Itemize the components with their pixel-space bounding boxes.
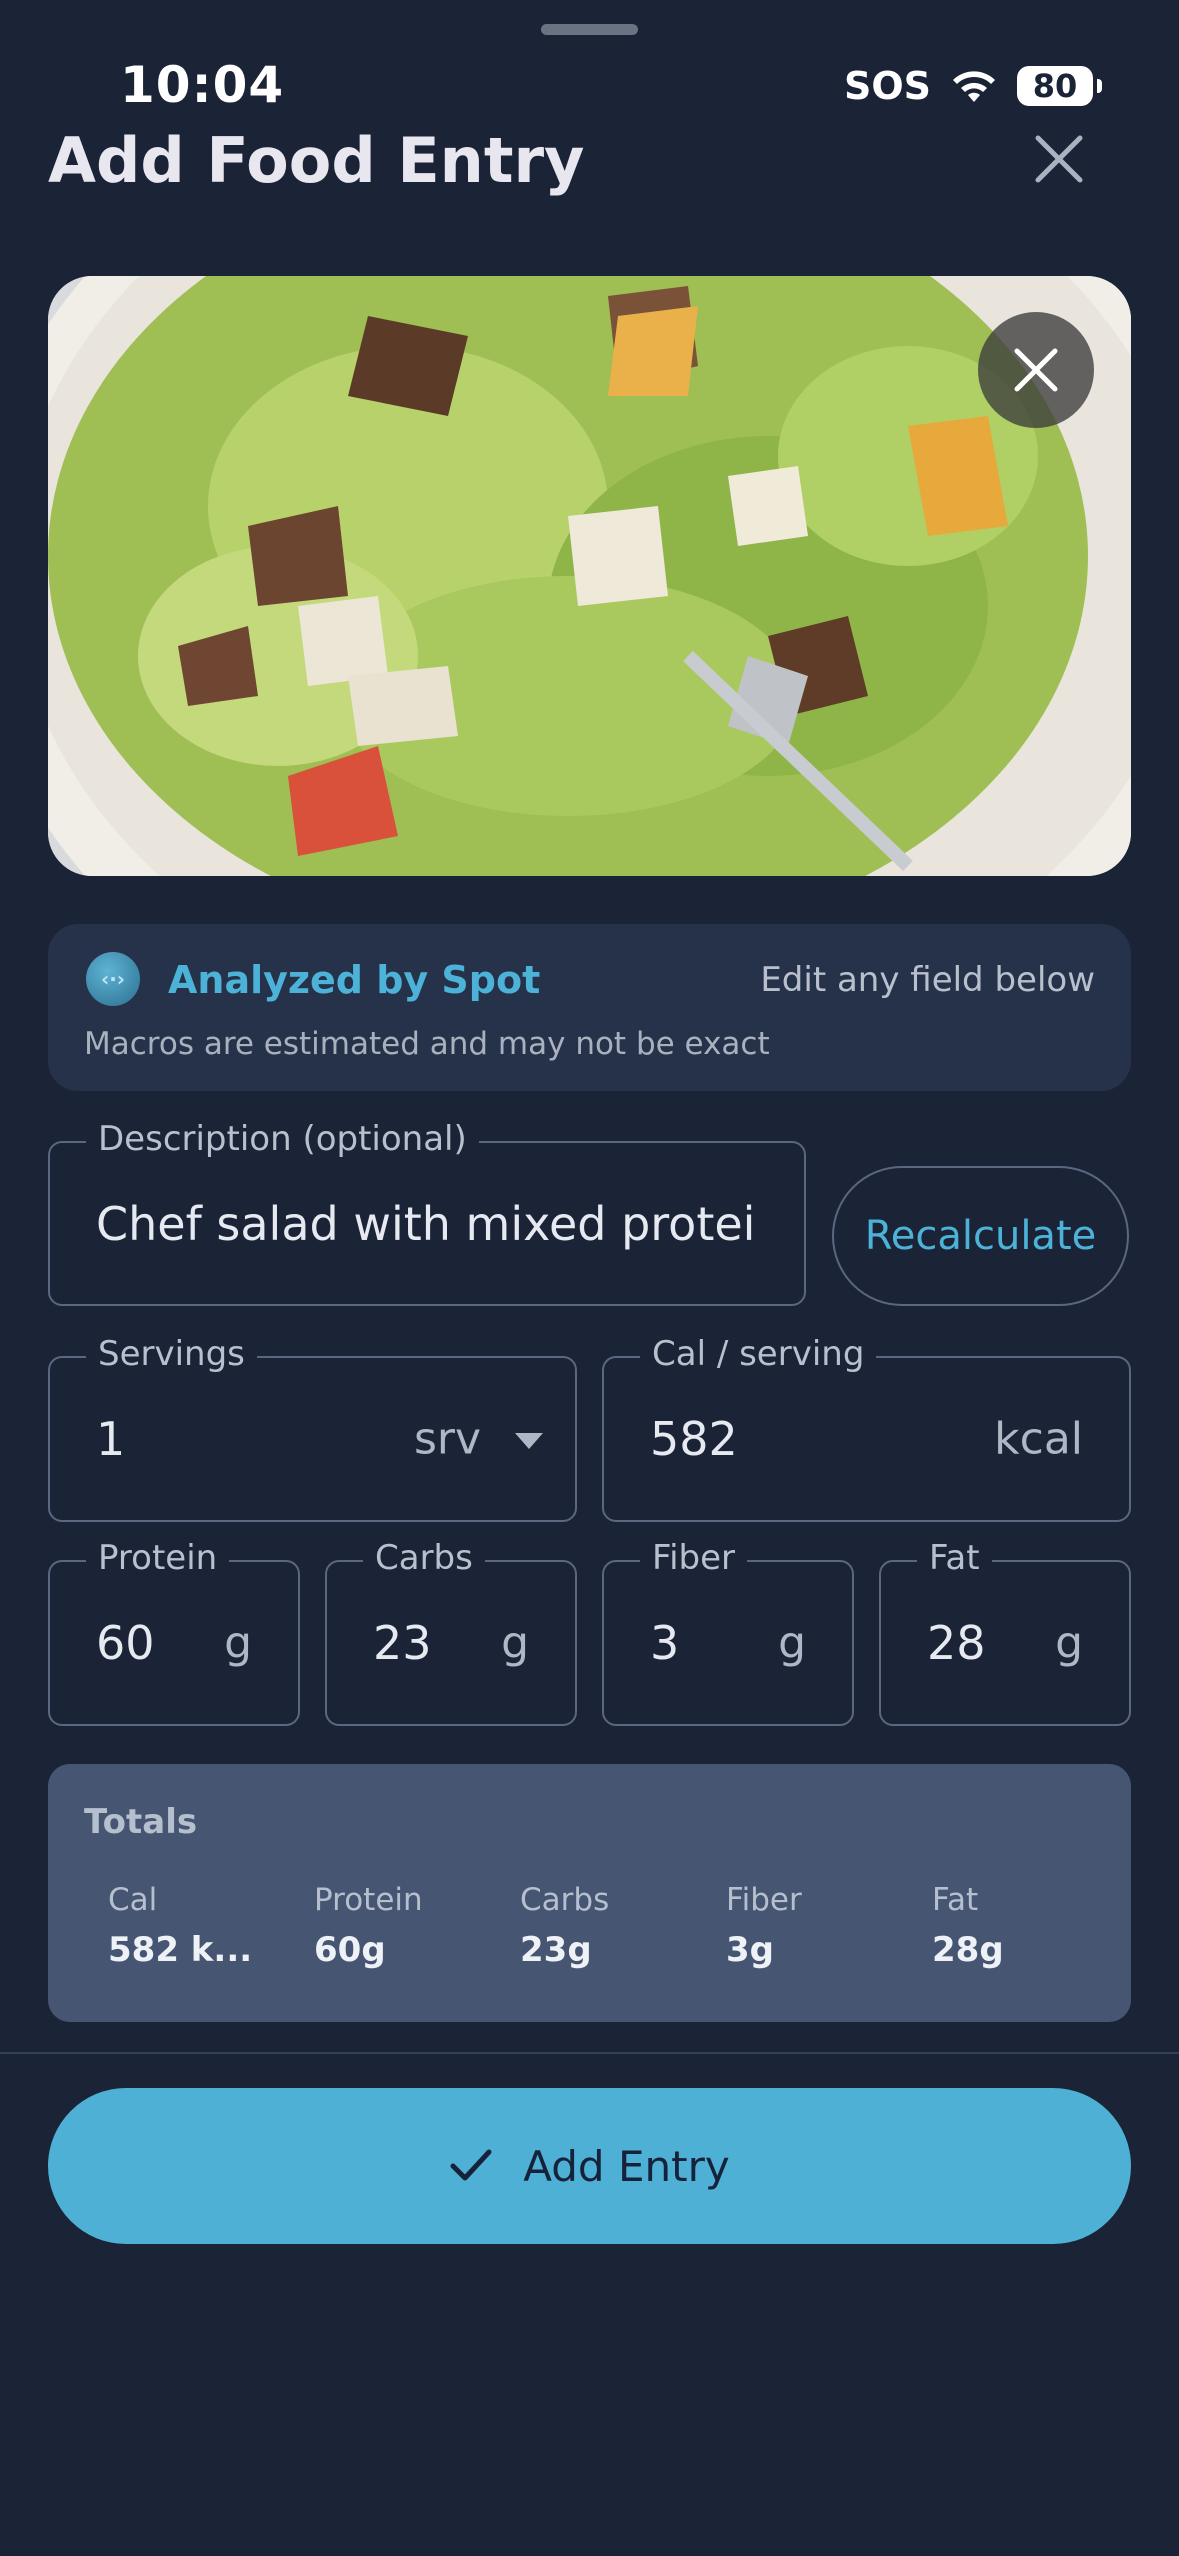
protein-field[interactable]: Protein 60 g [48, 1538, 300, 1726]
totals-title: Totals [84, 1802, 198, 1842]
carbs-unit: g [501, 1617, 529, 1669]
protein-unit: g [224, 1617, 252, 1669]
sos-indicator: SOS [843, 64, 931, 108]
wifi-icon [953, 71, 995, 102]
status-time: 10:04 [120, 56, 285, 114]
add-entry-button[interactable]: Add Entry [48, 2088, 1131, 2244]
totals-item: Fiber 3g [726, 1882, 916, 1970]
protein-input[interactable]: 60 [96, 1616, 155, 1670]
servings-unit-select[interactable]: srv [414, 1414, 481, 1465]
fat-field[interactable]: Fat 28 g [879, 1538, 1131, 1726]
totals-card: Totals Cal 582 k... Protein 60g Carbs 23… [48, 1764, 1131, 2022]
carbs-label: Carbs [363, 1538, 485, 1578]
chevron-down-icon[interactable] [513, 1431, 545, 1451]
calories-field[interactable]: Cal / serving 582 kcal [602, 1334, 1131, 1522]
check-icon [450, 2149, 492, 2181]
fat-unit: g [1055, 1617, 1083, 1669]
close-icon[interactable] [1030, 130, 1088, 188]
battery-level: 80 [1032, 67, 1078, 105]
bottom-sheet: 10:04 SOS 80 Add Food Entry ‹·› Analyzed… [0, 0, 1179, 2556]
totals-value: 28g [932, 1930, 1004, 1970]
totals-value: 60g [314, 1930, 386, 1970]
fat-label: Fat [917, 1538, 992, 1578]
totals-item: Fat 28g [932, 1882, 1122, 1970]
calories-unit: kcal [994, 1413, 1083, 1465]
edit-hint: Edit any field below [760, 960, 1095, 1000]
fiber-unit: g [778, 1617, 806, 1669]
food-photo [48, 276, 1131, 876]
servings-label: Servings [86, 1334, 257, 1374]
description-field[interactable]: Description (optional) Chef salad with m… [48, 1119, 806, 1306]
totals-label: Fat [932, 1882, 979, 1918]
salad-image [48, 276, 1131, 876]
estimate-note: Macros are estimated and may not be exac… [84, 1026, 770, 1062]
totals-label: Cal [108, 1882, 158, 1918]
totals-item: Carbs 23g [520, 1882, 710, 1970]
totals-label: Fiber [726, 1882, 802, 1918]
fiber-field[interactable]: Fiber 3 g [602, 1538, 854, 1726]
calories-input[interactable]: 582 [650, 1412, 738, 1466]
totals-item: Protein 60g [314, 1882, 504, 1970]
footer-divider [0, 2052, 1179, 2054]
recalculate-button[interactable]: Recalculate [832, 1166, 1129, 1306]
description-label: Description (optional) [86, 1119, 479, 1159]
totals-item: Cal 582 k... [108, 1882, 298, 1970]
totals-value: 582 k... [108, 1930, 253, 1970]
totals-label: Protein [314, 1882, 423, 1918]
servings-field[interactable]: Servings 1 srv [48, 1334, 577, 1522]
protein-label: Protein [86, 1538, 230, 1578]
remove-photo-button[interactable] [978, 312, 1094, 428]
carbs-input[interactable]: 23 [373, 1616, 432, 1670]
spot-logo-icon: ‹·› [86, 952, 140, 1006]
spot-logo-glyph: ‹·› [100, 967, 126, 991]
analysis-title: Analyzed by Spot [168, 958, 541, 1002]
carbs-field[interactable]: Carbs 23 g [325, 1538, 577, 1726]
status-indicators: SOS 80 [843, 64, 1102, 108]
battery-icon: 80 [1017, 66, 1102, 106]
servings-input[interactable]: 1 [96, 1412, 125, 1466]
page-title: Add Food Entry [48, 124, 585, 197]
totals-value: 3g [726, 1930, 774, 1970]
analysis-banner: ‹·› Analyzed by Spot Edit any field belo… [48, 924, 1131, 1091]
totals-label: Carbs [520, 1882, 610, 1918]
totals-value: 23g [520, 1930, 592, 1970]
fiber-label: Fiber [640, 1538, 748, 1578]
description-input[interactable]: Chef salad with mixed protei [96, 1197, 756, 1251]
fiber-input[interactable]: 3 [650, 1616, 679, 1670]
calories-label: Cal / serving [640, 1334, 877, 1374]
sheet-grabber[interactable] [541, 24, 638, 35]
fat-input[interactable]: 28 [927, 1616, 986, 1670]
add-entry-label: Add Entry [523, 2141, 730, 2191]
close-icon [1014, 348, 1058, 392]
